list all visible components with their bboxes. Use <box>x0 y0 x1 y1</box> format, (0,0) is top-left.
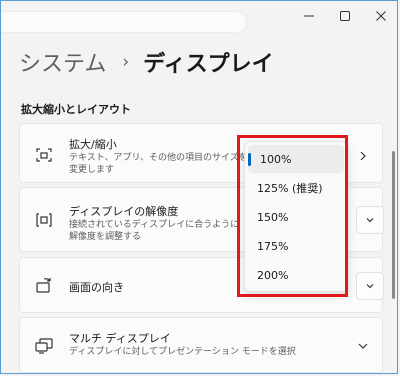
page-title: ディスプレイ <box>143 52 274 77</box>
resolution-dropdown[interactable] <box>356 206 384 234</box>
close-icon <box>376 11 386 21</box>
resolution-icon <box>36 213 52 227</box>
chevron-down-icon <box>366 284 374 289</box>
annotation-highlight-box <box>237 135 348 297</box>
maximize-icon <box>340 11 350 21</box>
close-button[interactable] <box>363 3 397 29</box>
resolution-description-line2: 解像度を調整する <box>69 232 142 242</box>
resolution-title: ディスプレイの解像度 <box>69 205 179 218</box>
scale-description-line2: 変更します <box>69 165 115 175</box>
scale-description-line1: テキスト、アプリ、その他の項目のサイズを <box>69 153 248 163</box>
chevron-down-icon <box>358 343 368 349</box>
breadcrumb-parent-link[interactable]: システム <box>19 46 106 78</box>
maximize-button[interactable] <box>327 3 363 29</box>
search-box[interactable] <box>1 11 247 33</box>
section-title: 拡大縮小とレイアウト <box>21 103 131 116</box>
orientation-title: 画面の向き <box>69 281 124 294</box>
multi-display-description: ディスプレイに対してプレゼンテーション モードを選択 <box>69 347 296 357</box>
orientation-dropdown[interactable] <box>356 272 384 300</box>
scale-icon <box>36 148 52 162</box>
orientation-icon <box>36 278 51 293</box>
multi-display-setting-card[interactable]: マルチ ディスプレイ ディスプレイに対してプレゼンテーション モードを選択 <box>19 317 383 373</box>
scrollbar-thumb[interactable] <box>392 151 395 299</box>
breadcrumb-separator: › <box>122 52 130 72</box>
breadcrumb: システム › ディスプレイ <box>19 45 274 79</box>
chevron-right-icon <box>360 151 366 161</box>
settings-window: システム › ディスプレイ 拡大縮小とレイアウト 拡大/縮小 テキスト、アプリ、… <box>0 0 398 374</box>
minimize-button[interactable] <box>291 3 327 29</box>
resolution-description-line1: 接続されているディスプレイに合うように <box>69 220 240 230</box>
title-bar <box>1 1 397 33</box>
multi-display-icon <box>35 338 53 354</box>
scale-title: 拡大/縮小 <box>69 138 117 151</box>
multi-display-title: マルチ ディスプレイ <box>69 332 171 345</box>
chevron-down-icon <box>366 218 374 223</box>
minimize-icon <box>304 15 314 17</box>
